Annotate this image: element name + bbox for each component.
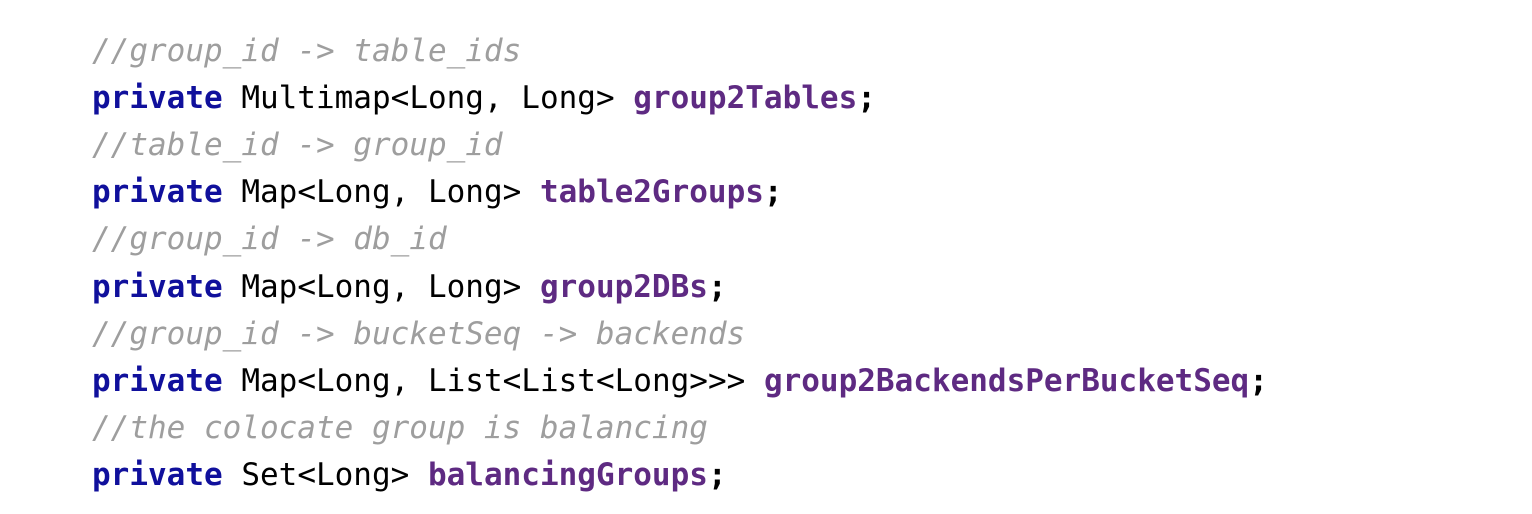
comma: , [391,363,428,399]
comma: , [391,174,428,210]
angle-open: < [596,363,615,399]
angle-close: >>> [689,363,764,399]
type-name: Map [223,174,298,210]
type-param: Long [316,174,391,210]
type-param: Long [428,174,503,210]
angle-close: > [596,80,633,116]
keyword-private: private [92,363,223,399]
code-line-comment: //the colocate group is balancing [92,405,1532,452]
field-name: group2BackendsPerBucketSeq [764,363,1249,399]
code-line-field: private Set<Long> balancingGroups; [92,452,1532,499]
comment-text: //group_id -> db_id [92,221,447,257]
code-line-comment: //group_id -> bucketSeq -> backends [92,311,1532,358]
keyword-private: private [92,269,223,305]
comma: , [484,80,521,116]
code-line-comment: //group_id -> db_id [92,216,1532,263]
angle-close: > [391,457,428,493]
type-name: List [428,363,503,399]
semicolon: ; [708,457,727,493]
semicolon: ; [708,269,727,305]
type-param: Long [521,80,596,116]
semicolon: ; [857,80,876,116]
type-param: Long [316,269,391,305]
angle-close: > [503,174,540,210]
code-line-field: private Map<Long, Long> group2DBs; [92,264,1532,311]
code-line-field: private Map<Long, List<List<Long>>> grou… [92,358,1532,405]
code-line-comment: //table_id -> group_id [92,122,1532,169]
type-name: List [521,363,596,399]
keyword-private: private [92,80,223,116]
keyword-private: private [92,457,223,493]
semicolon: ; [764,174,783,210]
keyword-private: private [92,174,223,210]
type-param: Long [428,269,503,305]
angle-open: < [297,457,316,493]
comment-text: //table_id -> group_id [92,127,503,163]
angle-open: < [503,363,522,399]
type-param: Long [316,457,391,493]
angle-close: > [503,269,540,305]
comment-text: //group_id -> bucketSeq -> backends [92,316,745,352]
type-param: Long [615,363,690,399]
type-name: Multimap [223,80,391,116]
comment-text: //the colocate group is balancing [92,410,708,446]
code-line-field: private Map<Long, Long> table2Groups; [92,169,1532,216]
code-line-comment: //group_id -> table_ids [92,28,1532,75]
type-param: Long [409,80,484,116]
field-name: group2Tables [633,80,857,116]
field-name: table2Groups [540,174,764,210]
field-name: balancingGroups [428,457,708,493]
comment-text: //group_id -> table_ids [92,33,521,69]
angle-open: < [297,174,316,210]
field-name: group2DBs [540,269,708,305]
code-line-field: private Multimap<Long, Long> group2Table… [92,75,1532,122]
type-name: Map [223,269,298,305]
semicolon: ; [1249,363,1268,399]
comma: , [391,269,428,305]
type-name: Set [223,457,298,493]
type-param: Long [316,363,391,399]
type-name: Map [223,363,298,399]
angle-open: < [297,363,316,399]
angle-open: < [297,269,316,305]
angle-open: < [391,80,410,116]
code-block: //group_id -> table_ids private Multimap… [92,28,1532,499]
